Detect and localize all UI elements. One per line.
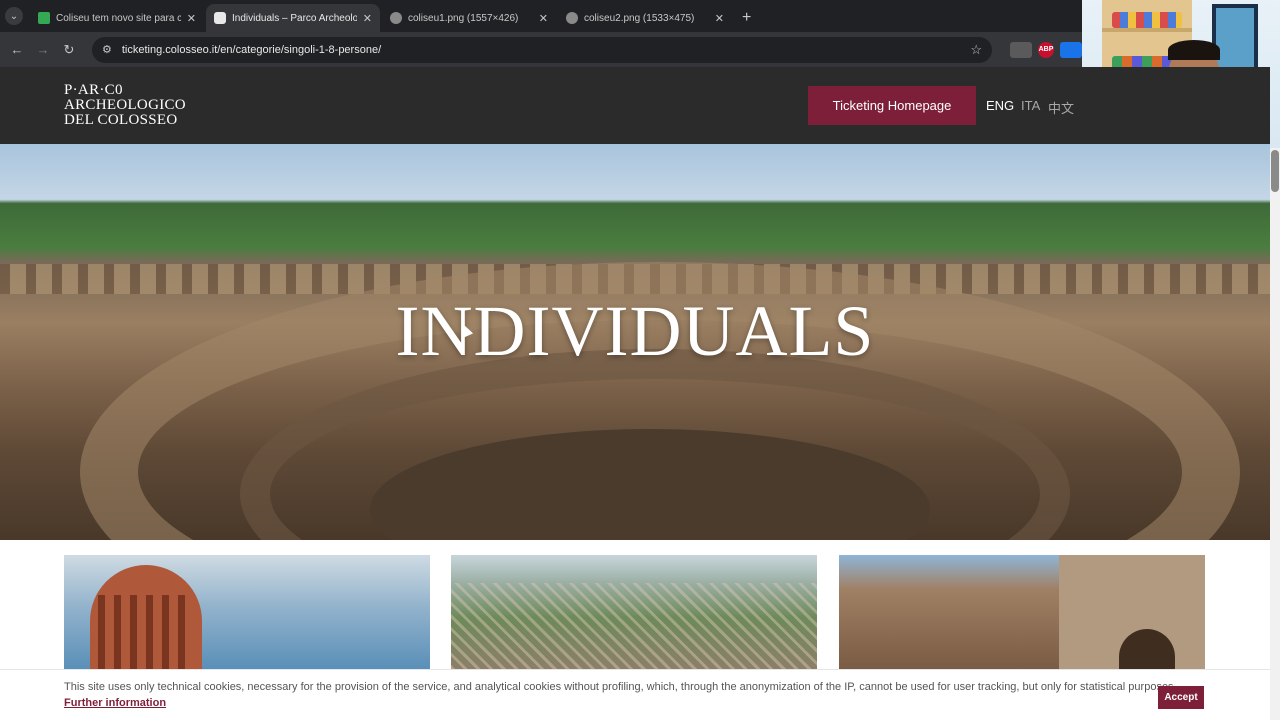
browser-tab[interactable]: coliseu1.png (1557×426) ✕	[382, 4, 556, 32]
lang-ita[interactable]: ITA	[1021, 98, 1040, 113]
tab-title: Individuals – Parco Archeologic	[232, 12, 357, 24]
logo-line: DEL COLOSSEO	[64, 112, 178, 128]
ticket-card-image[interactable]	[451, 555, 817, 669]
globe-icon	[390, 12, 402, 24]
url-text: ticketing.colosseo.it/en/categorie/singo…	[121, 43, 382, 56]
further-information-link[interactable]: Further information	[64, 697, 166, 709]
ticket-card-image[interactable]	[64, 555, 430, 669]
browser-tab-active[interactable]: Individuals – Parco Archeologic ✕	[206, 4, 380, 32]
browser-toolbar: ← → ↻ ⚙ ticketing.colosseo.it/en/categor…	[0, 32, 1082, 67]
tab-close-icon[interactable]: ✕	[539, 12, 548, 25]
aerial-city-view	[451, 583, 817, 669]
person-hair	[1168, 40, 1220, 60]
back-arrow-icon[interactable]: ←	[4, 42, 30, 57]
site-header: P·AR·C0 ARCHEOLOGICO DEL COLOSSEO Ticket…	[0, 67, 1270, 144]
forward-arrow-icon[interactable]: →	[30, 42, 56, 57]
accept-button[interactable]: Accept	[1158, 686, 1204, 709]
sheets-favicon-icon	[38, 12, 50, 24]
tab-close-icon[interactable]: ✕	[715, 12, 724, 25]
cookie-text: This site uses only technical cookies, n…	[64, 681, 1177, 693]
tab-search-button[interactable]: ⌄	[0, 0, 28, 32]
bookmark-star-icon[interactable]: ☆	[970, 42, 982, 58]
shelf-toys	[1112, 12, 1182, 28]
ticketing-homepage-button[interactable]: Ticketing Homepage	[808, 86, 976, 125]
colosseum-arches	[98, 595, 194, 669]
adblock-icon[interactable]: ABP	[1038, 41, 1054, 58]
logo-line: ARCHEOLOGICO	[64, 97, 186, 113]
site-favicon-icon	[214, 12, 226, 24]
extension-icon[interactable]	[1060, 41, 1082, 58]
logo-line: P·AR·C0	[64, 82, 123, 98]
reload-icon[interactable]: ↻	[56, 42, 82, 58]
browser-tab[interactable]: Coliseu tem novo site para com ✕	[30, 4, 204, 32]
tab-close-icon[interactable]: ✕	[187, 12, 196, 25]
site-info-icon[interactable]: ⚙	[102, 43, 112, 56]
ticket-card-image[interactable]	[839, 555, 1205, 669]
scrollbar-thumb[interactable]	[1271, 150, 1279, 192]
address-bar[interactable]: ⚙ ticketing.colosseo.it/en/categorie/sin…	[92, 36, 992, 63]
browser-tab-bar: ⌄ Coliseu tem novo site para com ✕ Indiv…	[0, 0, 1082, 32]
hero-banner: INDIVIDUALS	[0, 144, 1270, 540]
tab-title: coliseu2.png (1533×475)	[584, 12, 695, 24]
tab-close-icon[interactable]: ✕	[363, 12, 372, 25]
parco-colosseo-logo[interactable]: P·AR·C0 ARCHEOLOGICO DEL COLOSSEO	[64, 83, 186, 128]
cookie-banner: This site uses only technical cookies, n…	[0, 669, 1270, 720]
browser-tab[interactable]: coliseu2.png (1533×475) ✕	[558, 4, 732, 32]
tab-title: Coliseu tem novo site para com	[56, 12, 181, 24]
globe-icon	[566, 12, 578, 24]
picture-frame	[1212, 4, 1258, 72]
page-scrollbar[interactable]	[1270, 148, 1280, 720]
tab-title: coliseu1.png (1557×426)	[408, 12, 519, 24]
page-title: INDIVIDUALS	[395, 291, 875, 371]
window-icon[interactable]	[1010, 41, 1032, 58]
new-tab-button[interactable]: +	[732, 4, 761, 32]
lang-eng[interactable]: ENG	[986, 98, 1014, 113]
chevron-down-icon: ⌄	[5, 7, 23, 25]
lang-zh[interactable]: 中文	[1048, 98, 1074, 117]
